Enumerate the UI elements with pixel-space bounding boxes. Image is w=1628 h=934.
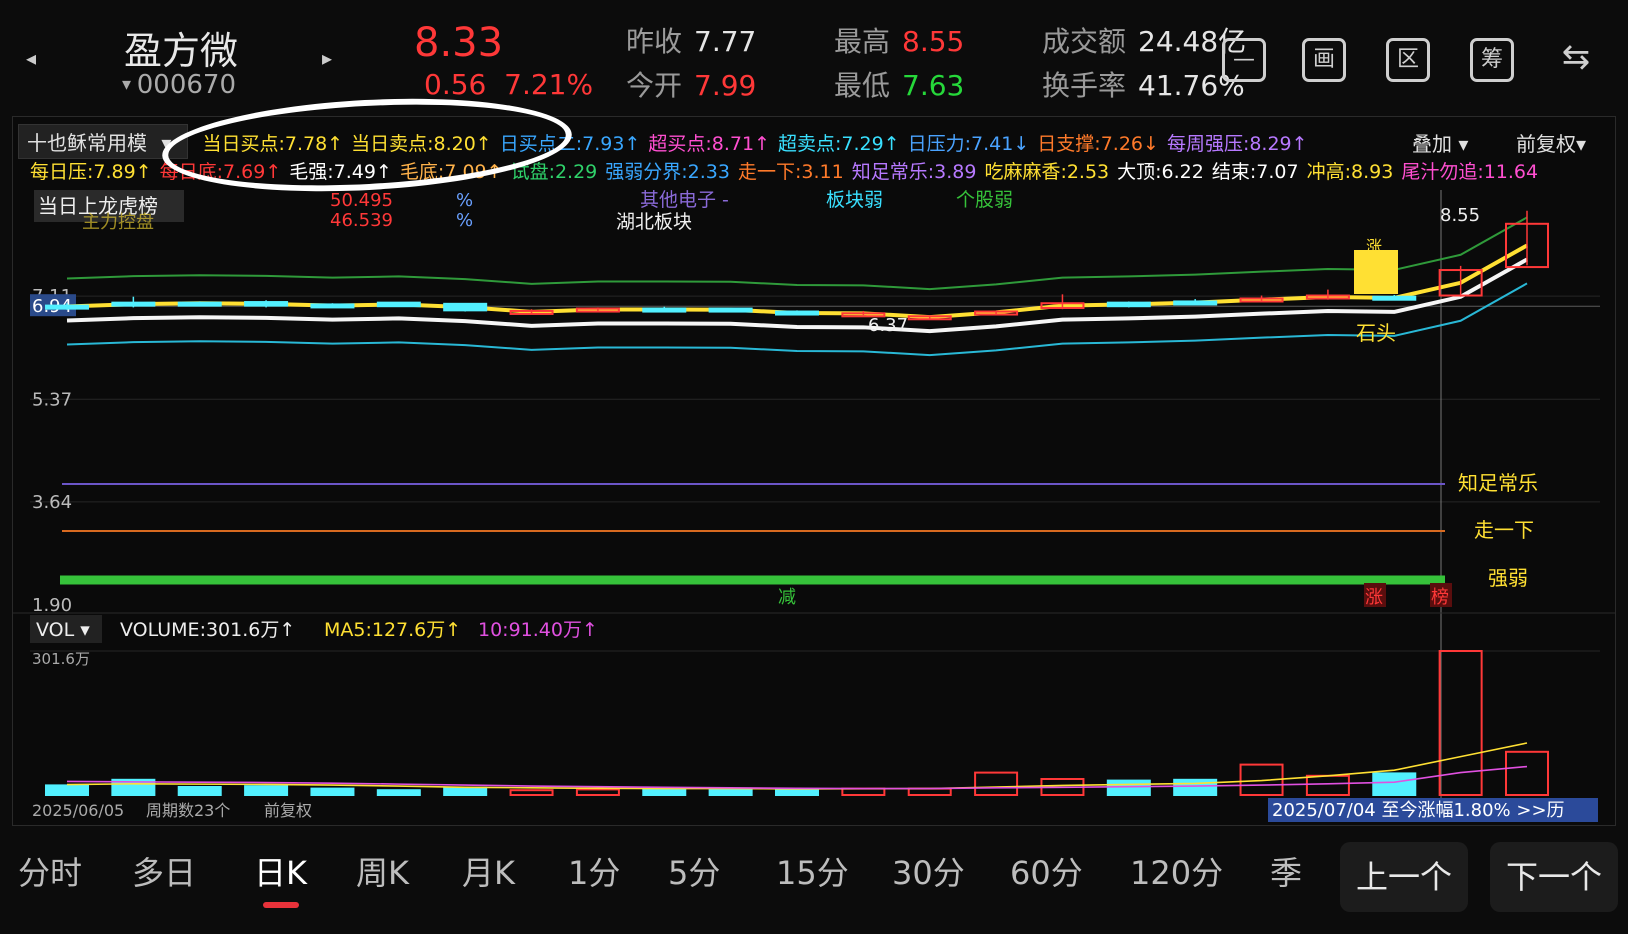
volume-bar-13 <box>907 787 952 796</box>
pct-value-2: 46.539 <box>330 210 393 231</box>
label-zhizu: 知足常乐 <box>1458 471 1538 495</box>
volume-bar-9 <box>642 788 687 797</box>
weak-stock-label: 个股弱 <box>956 189 1013 211</box>
next-button[interactable]: 下一个 <box>1490 842 1618 912</box>
period-count-label: 周期数23个 <box>146 801 230 820</box>
tab-9[interactable]: 60分 <box>1010 848 1083 894</box>
date-end-label: 2025/07/04 至今涨幅1.80% >>历 <box>1272 800 1565 821</box>
tab-5[interactable]: 1分 <box>568 848 620 894</box>
volume-bar-8 <box>575 788 620 797</box>
y-axis-label-2: 5.37 <box>32 389 72 410</box>
tab-1[interactable]: 多日 <box>132 848 196 894</box>
volume-bar-6 <box>443 786 488 796</box>
vol-ma5: MA5:127.6万↑ <box>324 619 461 641</box>
hidden-label: 主力控盘 <box>82 212 154 233</box>
tab-10[interactable]: 120分 <box>1130 848 1223 894</box>
date-start-label: 2025/06/05 <box>32 801 124 820</box>
vol-axis-label: 301.6万 <box>32 650 90 668</box>
adjust-footer-label: 前复权 <box>264 801 312 820</box>
volume-bar-16 <box>1106 779 1151 796</box>
marker-shitou: 石头 <box>1356 321 1396 345</box>
upper-green-line <box>66 216 1528 291</box>
candle-body-20 <box>1372 295 1417 301</box>
weak-sector-label: 板块弱 <box>826 189 883 211</box>
label-qiangruo: 强弱 <box>1488 566 1528 590</box>
app-frame: ◂ ▸ 盈方微 ▾ 000670 8.33 0.56 7.21% 昨收 7.77 … <box>0 0 1628 934</box>
pct-symbol-2: % <box>456 210 473 231</box>
max-price-label: 8.55 <box>1440 205 1480 226</box>
vol-select: VOL ▾ <box>36 619 90 641</box>
candle-body-6 <box>443 302 488 312</box>
volume-bar-0 <box>45 784 89 797</box>
candle-body-2 <box>177 301 222 307</box>
label-zouyixia: 走一下 <box>1474 518 1534 542</box>
volume-bar-20 <box>1372 772 1417 797</box>
volume-bar-5 <box>376 789 421 797</box>
pct-value-1: 50.495 <box>330 190 393 211</box>
marker-zhang-bottom: 涨 <box>1365 587 1383 608</box>
volume-bar-19 <box>1305 774 1350 796</box>
volume-bar-14 <box>974 771 1019 796</box>
candle-body-16 <box>1106 301 1151 308</box>
candle-body-9 <box>642 307 687 313</box>
candle-body-0 <box>45 304 89 310</box>
volume-bar-3 <box>244 785 289 797</box>
min-price-label: 6.37 <box>868 315 908 336</box>
active-tab-indicator <box>263 902 299 908</box>
prev-button[interactable]: 上一个 <box>1340 842 1468 912</box>
volume-bar-10 <box>708 787 753 796</box>
volume-bar-7 <box>509 789 554 797</box>
volume-bar-2 <box>177 786 222 796</box>
sector-label-1: 其他电子 - <box>640 189 729 211</box>
tab-4[interactable]: 月K <box>462 848 515 894</box>
tab-11[interactable]: 季 <box>1270 848 1302 894</box>
candle-body-11 <box>775 310 819 316</box>
tab-0[interactable]: 分时 <box>18 848 82 894</box>
marker-zhang: 涨 <box>1366 237 1382 256</box>
candle-body-5 <box>376 301 421 308</box>
volume-bar-22 <box>1505 750 1549 796</box>
volume-bar-4 <box>310 787 355 796</box>
candle-body-4 <box>310 303 355 309</box>
volume-bar-11 <box>775 788 819 797</box>
tab-6[interactable]: 5分 <box>668 848 720 894</box>
candle-body-17 <box>1173 300 1218 306</box>
candle-body-1 <box>111 301 156 307</box>
y-axis-label-3: 3.64 <box>32 492 72 513</box>
tab-3[interactable]: 周K <box>356 848 409 894</box>
marker-bang: 榜 <box>1431 587 1449 608</box>
shitou-box <box>1354 250 1398 294</box>
tab-8[interactable]: 30分 <box>892 848 965 894</box>
sector-label-2: 湖北板块 <box>616 211 692 233</box>
tab-7[interactable]: 15分 <box>776 848 849 894</box>
tab-2[interactable]: 日K <box>254 848 307 894</box>
candle-body-10 <box>708 307 753 313</box>
vol-ma10: 10:91.40万↑ <box>478 619 598 641</box>
marker-jian: 减 <box>778 587 796 608</box>
vol-value: VOLUME:301.6万↑ <box>120 619 295 641</box>
pct-symbol-1: % <box>456 190 473 211</box>
candle-body-3 <box>244 301 289 307</box>
